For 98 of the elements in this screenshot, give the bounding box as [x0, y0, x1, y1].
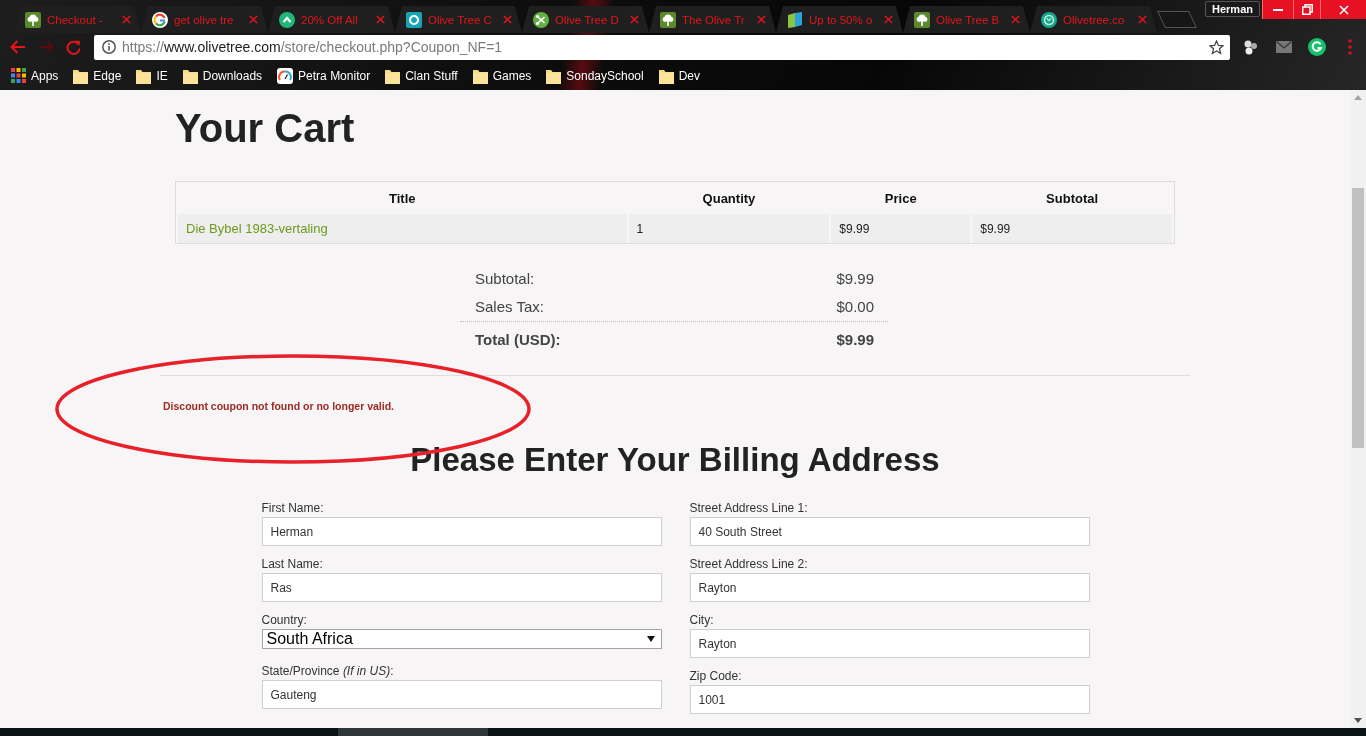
- column-header: Price: [883, 189, 918, 208]
- close-icon[interactable]: [1138, 15, 1147, 24]
- close-icon[interactable]: [630, 15, 639, 24]
- bookmark-item[interactable]: Petra Monitor: [272, 63, 376, 88]
- total-label: Subtotal:: [475, 269, 535, 287]
- field-label: Street Address Line 1:: [689, 501, 808, 516]
- bookmark-item[interactable]: Downloads: [177, 63, 268, 88]
- field-label: Country:: [261, 613, 307, 628]
- column-header: Subtotal: [1045, 189, 1100, 208]
- tree-icon: [914, 11, 930, 28]
- bookmark-item[interactable]: IE: [131, 63, 173, 88]
- browser-tab[interactable]: The Olive Tr: [649, 6, 776, 33]
- close-icon[interactable]: [1011, 15, 1020, 24]
- close-icon[interactable]: [884, 15, 893, 24]
- browser-tab[interactable]: Up to 50% o: [776, 6, 903, 33]
- folder-icon: [182, 67, 198, 84]
- browser-tab[interactable]: Olive Tree D: [522, 6, 649, 33]
- bookmark-item[interactable]: Dev: [653, 63, 706, 88]
- minimize-icon: [1273, 8, 1283, 11]
- star-icon[interactable]: [1209, 39, 1225, 55]
- close-icon[interactable]: [249, 15, 258, 24]
- column-header: Title: [388, 189, 417, 208]
- bookmark-item[interactable]: Games: [467, 63, 537, 88]
- scissors-icon: [533, 11, 549, 28]
- close-icon[interactable]: [503, 15, 512, 24]
- mail-icon: [1275, 41, 1292, 53]
- column-header: Quantity: [701, 189, 757, 208]
- close-icon[interactable]: [122, 15, 131, 24]
- table-cell: $9.99: [831, 214, 971, 243]
- ring-circle-icon: [1041, 11, 1057, 28]
- forward-arrow-icon: [37, 40, 54, 54]
- table-cell: 1: [628, 214, 830, 243]
- scroll-down-icon[interactable]: [1354, 718, 1362, 723]
- tree-icon: [660, 11, 676, 28]
- text-field[interactable]: Ras: [261, 573, 662, 602]
- text-field[interactable]: 40 South Street: [689, 517, 1090, 546]
- spheres-icon: [1242, 39, 1259, 55]
- cart-heading: Your Cart: [175, 105, 355, 152]
- folder-icon: [472, 67, 488, 84]
- browser-tab[interactable]: get olive tre: [141, 6, 268, 33]
- table-cell: $9.99: [972, 214, 1172, 243]
- field-label: First Name:: [261, 501, 324, 516]
- country-select[interactable]: South Africa: [261, 629, 662, 649]
- folder-icon: [73, 67, 89, 84]
- bookmark-item[interactable]: SondaySchool: [541, 63, 649, 88]
- restore-button[interactable]: [1293, 0, 1320, 19]
- folder-icon: [136, 67, 152, 84]
- section-heading: Please Enter Your Billing Address: [410, 440, 940, 480]
- back-arrow-icon: [10, 40, 26, 54]
- minimize-button[interactable]: [1262, 0, 1293, 19]
- browser-tab[interactable]: Olive Tree B: [903, 6, 1030, 33]
- field-label: State/Province (If in US):: [261, 664, 394, 679]
- folder-icon: [546, 67, 562, 84]
- restore-icon: [1301, 4, 1313, 15]
- close-icon[interactable]: [757, 15, 766, 24]
- browser-tab[interactable]: 20% Off All: [268, 6, 395, 33]
- error-message: Discount coupon not found or no longer valid.: [163, 399, 394, 413]
- gauge-icon: [277, 67, 294, 84]
- bookmark-item[interactable]: Apps: [6, 63, 64, 88]
- close-icon[interactable]: [376, 15, 385, 24]
- book-icon: [787, 11, 803, 28]
- total-value: $0.00: [836, 297, 874, 315]
- browser-tab[interactable]: Olivetree.co: [1030, 6, 1157, 33]
- new-tab-button[interactable]: [1157, 11, 1197, 28]
- g-circle-icon: [1307, 38, 1326, 56]
- text-field[interactable]: Gauteng: [261, 680, 662, 709]
- bookmark-item[interactable]: Edge: [68, 63, 127, 88]
- field-label: Street Address Line 2:: [689, 557, 808, 572]
- info-icon: [101, 40, 116, 54]
- browser-tab[interactable]: Olive Tree C: [395, 6, 522, 33]
- scroll-up-icon[interactable]: [1354, 95, 1362, 100]
- chevron-up-icon: [279, 11, 295, 28]
- bookmark-item[interactable]: Clan Stuff: [380, 63, 463, 88]
- dropdown-caret-icon: [646, 636, 655, 642]
- text-field[interactable]: Herman: [261, 517, 662, 546]
- ring-icon: [406, 11, 422, 28]
- scrollbar-thumb[interactable]: [1352, 188, 1364, 448]
- text-field[interactable]: 1001: [689, 685, 1090, 714]
- close-window-button[interactable]: [1320, 0, 1366, 19]
- total-value: $9.99: [836, 269, 874, 287]
- reload-icon: [66, 39, 82, 55]
- text-field[interactable]: Rayton: [689, 573, 1090, 602]
- total-value: $9.99: [836, 330, 874, 348]
- menu-dots-icon: [1347, 39, 1352, 55]
- address-bar[interactable]: https://www.olivetree.com/store/checkout.php?Coupon_NF=1: [93, 34, 1231, 60]
- profile-button[interactable]: Herman: [1205, 1, 1260, 17]
- folder-icon: [658, 67, 674, 84]
- text-field[interactable]: Rayton: [689, 629, 1090, 658]
- field-label: Zip Code:: [689, 669, 742, 684]
- folder-icon: [385, 67, 401, 84]
- tree-icon: [25, 11, 41, 28]
- total-label: Sales Tax:: [475, 297, 544, 315]
- total-label: Total (USD):: [475, 330, 561, 348]
- letter-g-icon: [152, 11, 168, 28]
- url-text: https://www.olivetree.com/store/checkout.php?Coupon_NF=1: [121, 39, 504, 55]
- field-label: City:: [689, 613, 714, 628]
- apps-grid-icon: [11, 68, 26, 83]
- field-label: Last Name:: [261, 557, 323, 572]
